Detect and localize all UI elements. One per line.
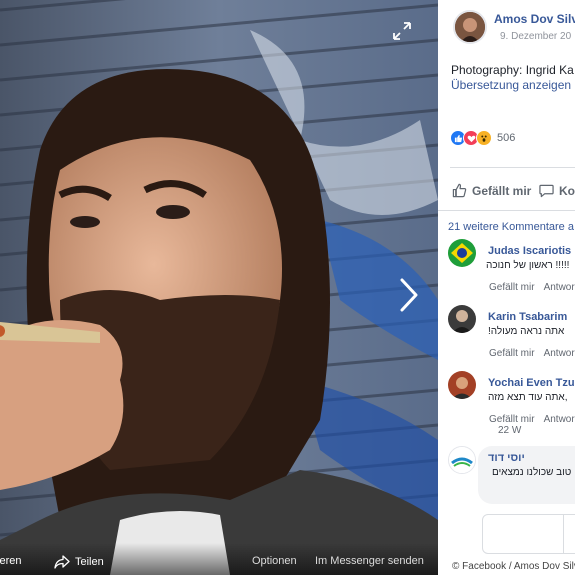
comment-time: 22 W — [498, 425, 522, 436]
wow-reaction-icon — [476, 130, 492, 146]
show-translation-link[interactable]: Übersetzung anzeigen — [451, 78, 571, 92]
link-preview-card[interactable] — [482, 514, 575, 554]
expand-icon[interactable] — [392, 21, 412, 41]
comment-label: Ko — [559, 183, 575, 198]
post-date[interactable]: 9. Dezember 20 — [500, 31, 571, 42]
commenter-avatar-image — [448, 305, 476, 333]
divider — [438, 210, 575, 211]
comment-author[interactable]: יוסי דוד — [488, 452, 525, 464]
post-caption: Photography: Ingrid Ka — [451, 63, 574, 77]
thumbs-up-icon — [452, 183, 467, 198]
comment-actions: Gefällt mir Antwor — [489, 348, 575, 359]
comment-reply-link[interactable]: Antwor — [544, 348, 575, 359]
options-label: Optionen — [252, 555, 297, 567]
comment-like-link[interactable]: Gefällt mir — [489, 282, 535, 293]
comment-author[interactable]: Judas Iscariotis — [488, 245, 571, 257]
view-more-comments-link[interactable]: 21 weitere Kommentare a — [448, 221, 574, 233]
options-button[interactable]: Optionen — [252, 555, 297, 567]
next-photo-arrow-icon[interactable] — [396, 276, 422, 314]
post-details-panel: Amos Dov Silv 9. Dezember 20 Photography… — [438, 0, 575, 575]
share-label: Teilen — [75, 556, 104, 568]
divider — [450, 167, 575, 168]
comment-icon — [539, 184, 554, 198]
commenter-avatar[interactable] — [448, 239, 476, 267]
comment-like-link[interactable]: Gefällt mir — [489, 414, 535, 425]
commenter-avatar-image — [448, 371, 476, 399]
tag-photo-button[interactable]: tieren — [0, 555, 22, 567]
copyright-watermark: © Facebook / Amos Dov Silver — [450, 561, 575, 572]
comment-button[interactable]: Ko — [539, 183, 575, 198]
messenger-label: Im Messenger senden — [315, 555, 424, 567]
brazil-flag-avatar — [448, 239, 476, 267]
commenter-avatar[interactable] — [448, 371, 476, 399]
commenter-avatar-image — [449, 447, 475, 473]
comment-text: טוב שכולנו נמצאים — [492, 467, 572, 478]
reactions-summary[interactable]: 506 — [450, 130, 515, 146]
reaction-count: 506 — [497, 132, 516, 144]
commenter-avatar[interactable] — [448, 446, 476, 474]
comment-author[interactable]: Karin Tsabarim — [488, 311, 567, 323]
post-photo — [0, 0, 438, 575]
comment-text: !אתה נראה מעולה — [488, 326, 565, 337]
share-icon — [54, 555, 70, 569]
comment-author[interactable]: Yochai Even Tzu — [488, 377, 575, 389]
share-button[interactable]: Teilen — [54, 555, 104, 569]
comment-reply-link[interactable]: Antwor — [544, 414, 575, 425]
comment-like-link[interactable]: Gefällt mir — [489, 348, 535, 359]
link-preview-divider — [563, 514, 575, 554]
author-avatar[interactable] — [453, 10, 487, 44]
comment-reply-link[interactable]: Antwor — [544, 282, 575, 293]
comment-actions: Gefällt mir Antwor — [489, 414, 575, 425]
comment-text: אתה עוד תצא מזה, — [488, 392, 568, 403]
send-in-messenger-button[interactable]: Im Messenger senden — [315, 555, 424, 567]
author-avatar-image — [455, 12, 485, 42]
like-button[interactable]: Gefällt mir — [452, 183, 531, 198]
commenter-avatar[interactable] — [448, 305, 476, 333]
like-label: Gefällt mir — [472, 183, 532, 198]
author-name[interactable]: Amos Dov Silv — [494, 12, 575, 26]
tag-photo-label: tieren — [0, 555, 22, 567]
comment-actions: Gefällt mir Antwor — [489, 282, 575, 293]
photo-viewer: tieren Teilen Optionen Im Messenger send… — [0, 0, 438, 575]
comment-text: ראשון של חנוכה !!!!! — [486, 260, 570, 271]
